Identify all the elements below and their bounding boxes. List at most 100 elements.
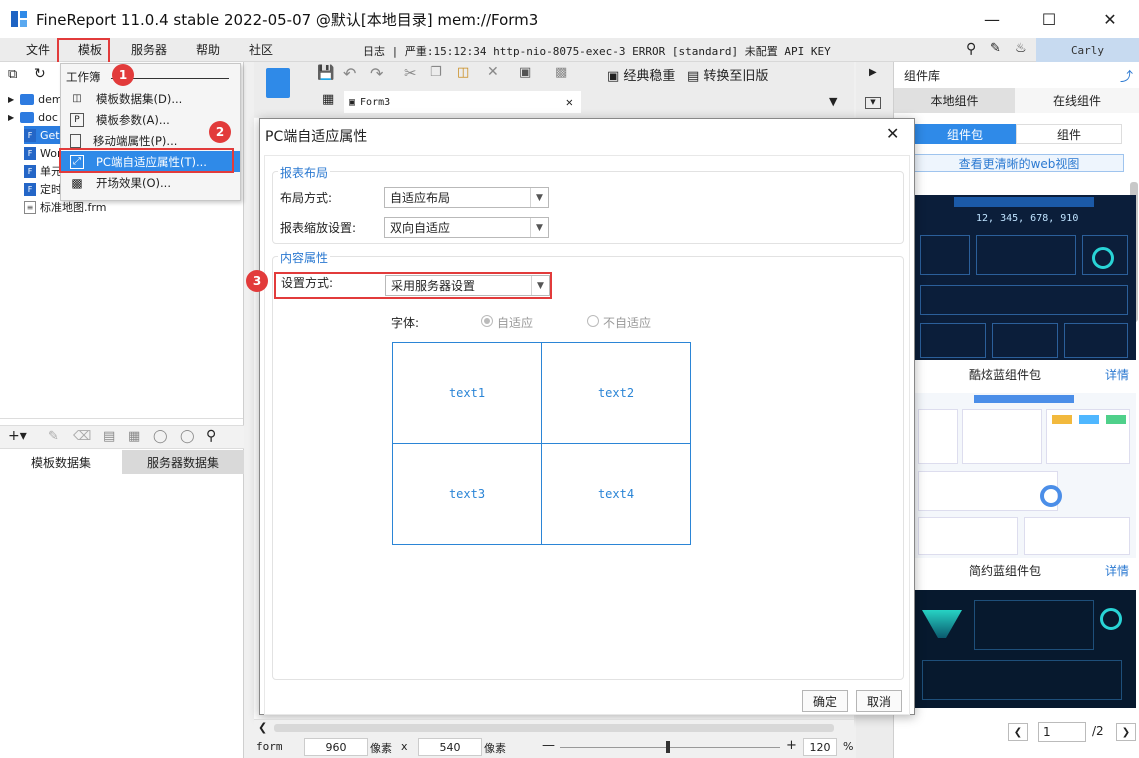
subtab-components[interactable]: 组件 bbox=[1016, 124, 1122, 144]
refresh-icon[interactable]: ↻ bbox=[34, 66, 46, 82]
next-page-icon[interactable]: ❯ bbox=[1116, 723, 1136, 741]
save-icon[interactable]: 💾 bbox=[317, 65, 334, 81]
scroll-left-icon[interactable]: ❮ bbox=[258, 721, 267, 734]
status-bar: form 960 像素 x 540 像素 — + 120 % bbox=[254, 737, 854, 758]
theme-button[interactable]: ▣ 经典稳重 bbox=[607, 65, 675, 84]
layout-select[interactable]: 自适应布局 ▼ bbox=[384, 187, 549, 208]
content-group-title: 内容属性 bbox=[278, 249, 331, 266]
pin-icon[interactable]: ⤴ bbox=[1120, 66, 1133, 85]
package-detail-link-1[interactable]: 详情 bbox=[1105, 366, 1129, 383]
expand-icon[interactable]: ▶ bbox=[869, 67, 877, 78]
add-icon[interactable]: +▾ bbox=[8, 428, 27, 444]
tab-server-dataset[interactable]: 服务器数据集 bbox=[122, 450, 244, 474]
undo-icon[interactable]: ↶ bbox=[343, 64, 356, 83]
tree-item-selected[interactable]: F Get bbox=[24, 126, 64, 144]
menu-server[interactable]: 服务器 bbox=[131, 41, 167, 58]
tab-template-dataset[interactable]: 模板数据集 bbox=[0, 450, 122, 474]
package-thumbnail-2[interactable] bbox=[914, 393, 1136, 558]
cut-icon[interactable]: ✂ bbox=[404, 64, 417, 82]
menu-file[interactable]: 文件 bbox=[26, 41, 50, 58]
menu-item-opening-effect[interactable]: ▩ 开场效果(O)... bbox=[61, 172, 240, 193]
new-folder-icon[interactable]: ⧉ bbox=[8, 67, 17, 82]
delete-icon[interactable]: ⌫ bbox=[73, 429, 91, 444]
panel-icon[interactable]: ▼ bbox=[865, 97, 881, 109]
delete-icon[interactable]: ✕ bbox=[487, 64, 499, 80]
preview-cell: text2 bbox=[541, 342, 691, 444]
zoom-out-icon[interactable]: — bbox=[542, 738, 555, 753]
menu-community[interactable]: 社区 bbox=[249, 41, 273, 58]
user-name[interactable]: Carly bbox=[1036, 38, 1139, 62]
dataset-toolbar: +▾ ✎ ⌫ ▤ ▦ ◯ ◯ ⚲ bbox=[0, 425, 244, 449]
paste-icon[interactable]: ◫ bbox=[457, 65, 469, 80]
splitter[interactable] bbox=[0, 418, 243, 424]
minimize-icon[interactable]: — bbox=[965, 0, 1019, 38]
preview-icon[interactable]: ▤ bbox=[103, 429, 115, 444]
zoom-slider[interactable] bbox=[560, 747, 780, 748]
page-total: /2 bbox=[1092, 724, 1104, 738]
tab-online-components[interactable]: 在线组件 bbox=[1015, 88, 1139, 113]
menu-item-label: 移动端属性(P)... bbox=[93, 133, 178, 148]
tree-item[interactable]: ▶ dem bbox=[8, 90, 63, 108]
editor-tab[interactable]: ▣ Form3 ✕ bbox=[344, 91, 581, 113]
package-detail-link-2[interactable]: 详情 bbox=[1105, 562, 1129, 579]
menu-help[interactable]: 帮助 bbox=[196, 41, 220, 58]
db-settings-icon[interactable]: ◯ bbox=[180, 429, 195, 444]
ok-button[interactable]: 确定 bbox=[802, 690, 848, 712]
status-type: form bbox=[256, 740, 283, 753]
edit-icon[interactable]: ✎ bbox=[48, 429, 59, 444]
form-icon[interactable] bbox=[266, 68, 290, 98]
zoom-slider-handle[interactable] bbox=[666, 741, 670, 753]
file-icon: ≡ bbox=[24, 200, 36, 214]
prev-page-icon[interactable]: ❮ bbox=[1008, 723, 1028, 741]
setting-select[interactable]: 采用服务器设置 ▼ bbox=[385, 275, 550, 296]
close-icon[interactable]: ✕ bbox=[1083, 0, 1137, 38]
web-view-link[interactable]: 查看更清晰的web视图 bbox=[914, 154, 1124, 172]
db-icon[interactable]: ◯ bbox=[153, 429, 168, 444]
dropdown-icon[interactable]: ▼ bbox=[829, 95, 837, 108]
sql-icon[interactable]: ▦ bbox=[128, 429, 140, 444]
highlight-box-menu bbox=[57, 38, 110, 64]
edit-icon[interactable]: ✎ bbox=[990, 41, 1001, 56]
page-input[interactable]: 1 bbox=[1038, 722, 1086, 742]
scale-select[interactable]: 双向自适应 ▼ bbox=[384, 217, 549, 238]
tree-item[interactable]: F 定时 bbox=[24, 180, 62, 198]
menu-item-label: 开场效果(O)... bbox=[96, 175, 171, 190]
tree-item[interactable]: F 单元 bbox=[24, 162, 62, 180]
cancel-button[interactable]: 取消 bbox=[856, 690, 902, 712]
scale-select-value: 双向自适应 bbox=[390, 221, 451, 235]
component-library-title: 组件库 bbox=[904, 69, 941, 83]
height-input[interactable]: 540 bbox=[418, 738, 482, 756]
maximize-icon[interactable]: ☐ bbox=[1022, 0, 1076, 38]
layout-select-value: 自适应布局 bbox=[390, 191, 451, 205]
redo-icon[interactable]: ↷ bbox=[370, 64, 383, 83]
subtab-packages[interactable]: 组件包 bbox=[914, 124, 1016, 144]
zoom-in-icon[interactable]: + bbox=[786, 738, 797, 753]
chevron-down-icon: ▼ bbox=[530, 188, 548, 207]
menu-item-label: 模板参数(A)... bbox=[96, 112, 170, 127]
zoom-input[interactable]: 120 bbox=[803, 738, 837, 756]
tab-local-components[interactable]: 本地组件 bbox=[894, 88, 1015, 113]
scroll-thumb[interactable] bbox=[274, 724, 834, 732]
bell-icon[interactable]: ♨ bbox=[1015, 41, 1027, 56]
log-message[interactable]: 日志 | 严重:15:12:34 http-nio-8075-exec-3 ER… bbox=[363, 43, 831, 59]
font-non-adaptive-radio[interactable] bbox=[587, 315, 599, 327]
tree-item[interactable]: ▶ doc bbox=[8, 108, 58, 126]
close-tab-icon[interactable]: ✕ bbox=[566, 95, 573, 109]
copy-icon[interactable]: ❐ bbox=[430, 65, 442, 80]
theme-icon[interactable]: ▩ bbox=[555, 65, 567, 80]
menu-item-template-dataset[interactable]: ◫ 模板数据集(D)... bbox=[61, 88, 240, 109]
grid-icon[interactable]: ▦ bbox=[322, 92, 334, 107]
search-icon[interactable]: ⚲ bbox=[206, 428, 216, 444]
preview-icon[interactable]: ▣ bbox=[519, 65, 531, 80]
font-adaptive-radio[interactable] bbox=[481, 315, 493, 327]
width-input[interactable]: 960 bbox=[304, 738, 368, 756]
setting-label: 设置方式: bbox=[281, 276, 334, 290]
dialog-close-icon[interactable]: ✕ bbox=[886, 124, 899, 143]
search-icon[interactable]: ⚲ bbox=[966, 41, 976, 57]
menu-section-header: 工作簿 bbox=[66, 70, 101, 84]
package-thumbnail-1[interactable]: 12, 345, 678, 910 bbox=[914, 195, 1136, 360]
tree-item[interactable]: F Wor bbox=[24, 144, 61, 162]
convert-button[interactable]: ▤ 转换至旧版 bbox=[687, 65, 768, 84]
horizontal-scrollbar[interactable]: ❮ bbox=[254, 719, 854, 737]
package-thumbnail-3[interactable] bbox=[914, 590, 1136, 708]
